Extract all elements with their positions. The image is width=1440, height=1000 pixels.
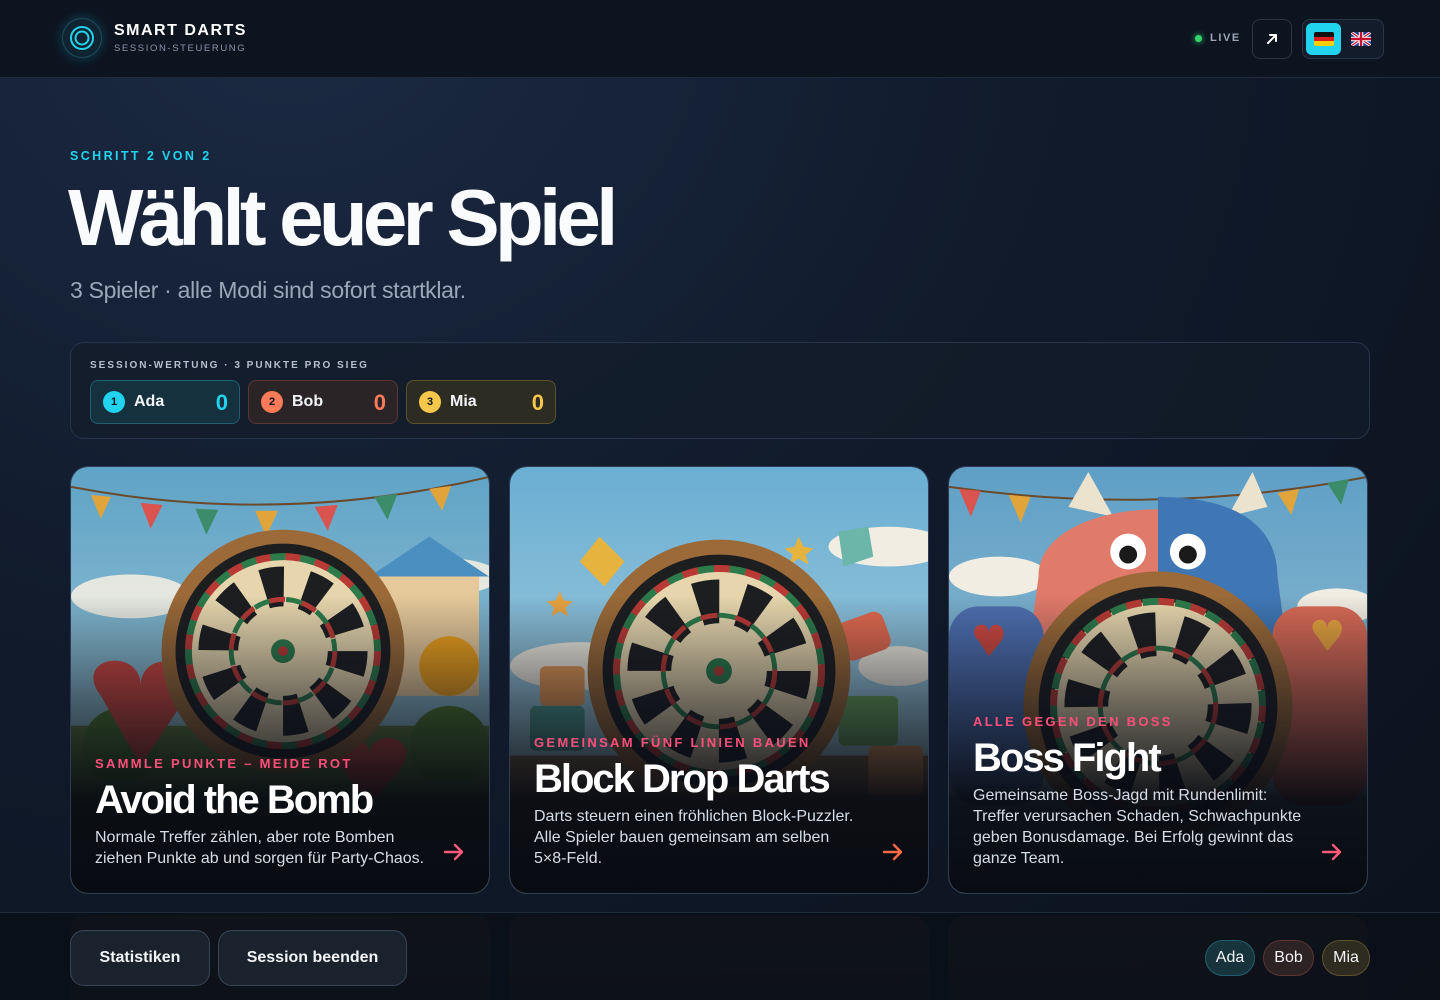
footer-bar: Statistiken Session beenden Ada Bob Mia <box>0 912 1440 1000</box>
brand-subtitle: SESSION-STEUERUNG <box>114 43 247 54</box>
player-score-bob: 2 Bob 0 <box>248 380 398 424</box>
game-description: Darts steuern einen fröhlichen Block-Puz… <box>534 808 854 867</box>
player-score-mia: 3 Mia 0 <box>406 380 556 424</box>
game-card-block-drop-darts[interactable]: GEMEINSAM FÜNF LINIEN BAUEN Block Drop D… <box>509 466 929 894</box>
arrow-up-right-icon <box>1267 34 1277 44</box>
player-number-badge: 3 <box>419 391 441 413</box>
player-score-ada: 1 Ada 0 <box>90 380 240 424</box>
player-chip-bob: Bob <box>1263 940 1314 976</box>
page-title: Wählt euer Spiel <box>68 173 618 262</box>
language-switcher <box>1302 19 1384 59</box>
live-dot-icon <box>1195 34 1202 42</box>
top-bar: SMART DARTS SESSION-STEUERUNG LIVE <box>0 0 1440 78</box>
game-title: Boss Fight <box>973 736 1162 780</box>
game-card-boss-fight[interactable]: ALLE GEGEN DEN BOSS Boss Fight Gemeinsam… <box>948 466 1368 894</box>
brand-title: SMART DARTS <box>114 22 247 39</box>
game-tagline: ALLE GEGEN DEN BOSS <box>973 714 1173 729</box>
game-title: Block Drop Darts <box>534 757 831 801</box>
german-flag-icon <box>1313 32 1334 46</box>
statistics-button[interactable]: Statistiken <box>70 930 210 986</box>
arrow-right-icon <box>1321 843 1342 861</box>
language-en-button[interactable] <box>1343 23 1378 55</box>
game-tagline: SAMMLE PUNKTE – MEIDE ROT <box>95 756 353 771</box>
language-de-button[interactable] <box>1306 23 1341 55</box>
step-indicator: SCHRITT 2 VON 2 <box>70 149 212 163</box>
live-indicator: LIVE <box>1195 32 1241 44</box>
game-title: Avoid the Bomb <box>95 778 374 822</box>
player-number-badge: 2 <box>261 391 283 413</box>
player-score: 0 <box>531 390 544 415</box>
game-card-avoid-the-bomb[interactable]: SAMMLE PUNKTE – MEIDE ROT Avoid the Bomb… <box>70 466 490 894</box>
player-score: 0 <box>373 390 386 415</box>
end-session-button[interactable]: Session beenden <box>218 930 407 986</box>
game-tagline: GEMEINSAM FÜNF LINIEN BAUEN <box>534 735 811 750</box>
player-name: Bob <box>292 393 324 410</box>
game-description: Normale Treffer zählen, aber rote Bomben… <box>95 829 425 867</box>
player-name: Mia <box>450 393 477 410</box>
page-subtitle: 3 Spieler · alle Modi sind sofort startk… <box>70 277 466 303</box>
session-score-panel: SESSION-WERTUNG · 3 PUNKTE PRO SIEG 1 Ad… <box>70 342 1370 439</box>
player-score: 0 <box>215 390 228 415</box>
uk-flag-icon <box>1350 32 1371 46</box>
target-logo-icon <box>62 18 102 58</box>
score-panel-label: SESSION-WERTUNG · 3 PUNKTE PRO SIEG <box>90 360 369 371</box>
brand: SMART DARTS SESSION-STEUERUNG <box>62 18 247 58</box>
arrow-right-icon <box>882 843 903 861</box>
live-label: LIVE <box>1210 32 1241 44</box>
arrow-right-icon <box>443 843 464 861</box>
player-number-badge: 1 <box>103 391 125 413</box>
player-chip-ada: Ada <box>1205 940 1255 976</box>
open-external-button[interactable] <box>1252 19 1292 59</box>
game-description: Gemeinsame Boss-Jagd mit Rundenlimit: Tr… <box>973 787 1302 867</box>
player-chip-mia: Mia <box>1322 940 1370 976</box>
player-name: Ada <box>134 393 165 410</box>
